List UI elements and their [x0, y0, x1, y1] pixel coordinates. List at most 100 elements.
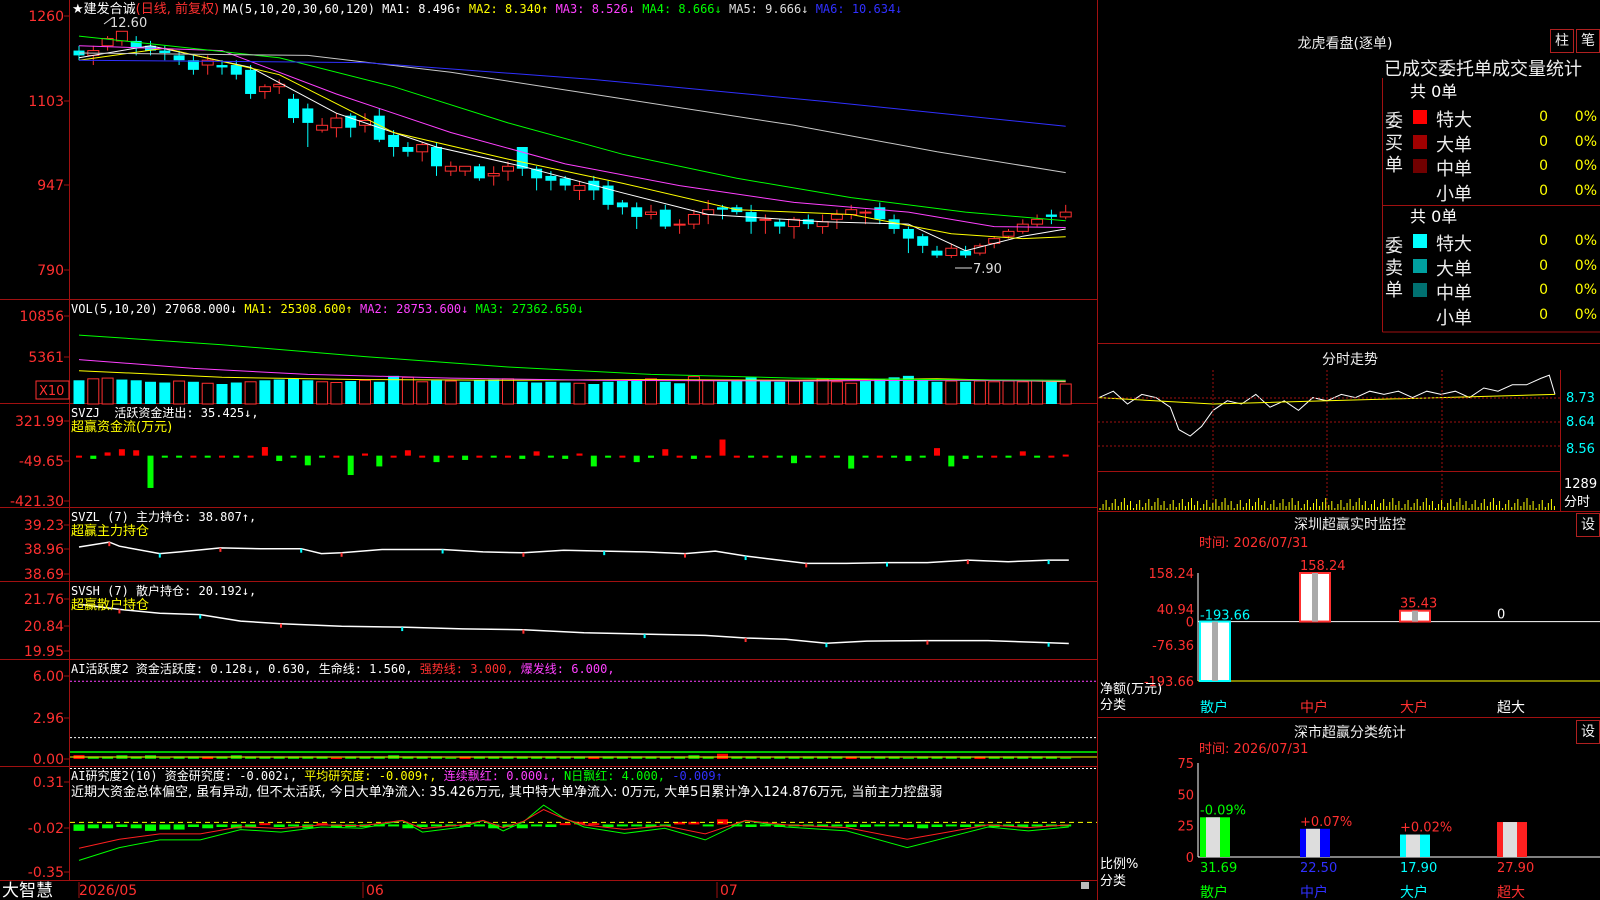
classify-settings-button[interactable]: 设: [1576, 720, 1600, 744]
order-size-label: 特大: [1436, 110, 1472, 131]
volume-bar-down: [259, 380, 271, 404]
line-marker: [401, 627, 404, 632]
column-mode-button[interactable]: 柱: [1550, 29, 1574, 53]
fund-flow-bar: [161, 455, 168, 458]
fund-flow-bar: [333, 455, 340, 458]
research-bar: [702, 824, 714, 827]
volume-bar-down: [473, 380, 485, 404]
y-tick-label: 0.00: [33, 752, 64, 768]
order-percent: 0%: [1574, 306, 1597, 323]
candle-down: [774, 221, 786, 227]
volume-bar-down: [860, 381, 871, 404]
classify-value-label: 22.50: [1300, 861, 1337, 876]
classify-bar-shade: [1503, 822, 1517, 857]
high-price-label: 12.60: [110, 16, 147, 31]
line-marker: [1047, 560, 1050, 565]
y-tick-label: 20.84: [24, 619, 64, 635]
monitor-value-label: 35.43: [1400, 597, 1437, 612]
ai1-header: AI活跃度2 资金活跃度: 0.128↓, 0.630, 生命线: 1.560,…: [71, 661, 615, 677]
candle-up: [687, 214, 700, 225]
line-marker: [108, 542, 111, 547]
dragon-title: 龙虎看盘(逐单): [1297, 36, 1393, 52]
candle-down: [545, 175, 557, 181]
candle-down: [616, 202, 628, 208]
chart-canvas[interactable]: 8.738.648.561289分时 158.2440.940-76.36-19…: [0, 0, 1600, 900]
volume-bar-up: [945, 380, 958, 405]
fund-flow-bar: [934, 448, 940, 456]
fund-flow-bar: [204, 455, 211, 458]
y-tick-label: 6.00: [33, 669, 64, 685]
fund-flow-bar: [247, 455, 254, 458]
volume-bar-up: [416, 381, 429, 405]
order-count: 0: [1539, 233, 1548, 249]
header-segment: N日飘红: 4.000,: [556, 769, 666, 783]
classify-ylabel: 比例%: [1100, 857, 1139, 872]
fund-flow-bar: [576, 453, 583, 456]
monitor-category: 超大: [1497, 700, 1525, 716]
volume-bar-down: [774, 381, 786, 404]
y-tick-label: 0.31: [33, 775, 64, 791]
intraday-tick: 8.64: [1566, 415, 1595, 430]
fund-flow-bar: [733, 455, 740, 458]
research-bar: [531, 824, 543, 827]
stock-mode: (日线, 前复权): [135, 2, 220, 17]
header-segment: 强势线: 3.000,: [412, 662, 514, 676]
volume-bar-up: [444, 380, 457, 405]
stock-name: 建发合诚: [83, 2, 136, 17]
candle-up: [444, 165, 457, 172]
line-marker: [643, 634, 646, 639]
line-marker: [199, 614, 202, 619]
research-bar: [902, 824, 914, 827]
volume-bar-up: [830, 381, 843, 405]
research-bar: [602, 824, 614, 827]
candle-down: [216, 65, 228, 68]
volume-bar-down: [130, 380, 142, 404]
x-label-jul: 07: [720, 883, 738, 899]
order-percent: 0%: [1574, 158, 1597, 174]
tick-mode-button[interactable]: 笔: [1576, 29, 1600, 53]
order-count: 0: [1539, 306, 1548, 323]
ma-line-ma3: [78, 45, 1066, 228]
line-marker: [441, 549, 444, 554]
fund-flow-bar: [547, 455, 554, 458]
volume-bar-up: [788, 380, 800, 405]
order-percent: 0%: [1574, 257, 1597, 274]
fund-flow-bar: [147, 455, 154, 488]
research-bar: [431, 824, 442, 827]
monitor-settings-button[interactable]: 设: [1576, 513, 1600, 537]
ai2-description: 近期大资金总体偏空, 虽有异动, 但不太活跃, 今日大单净流入: 35.426万…: [71, 785, 943, 800]
line-marker: [684, 553, 686, 558]
fund-flow-bar: [748, 455, 755, 458]
order-size-label: 小单: [1436, 183, 1472, 205]
classify-category: 超大: [1497, 885, 1525, 900]
line-marker: [219, 547, 222, 552]
volume-bar-down: [159, 382, 171, 404]
sell-total: 共 0单: [1410, 207, 1458, 226]
fund-flow-bar: [219, 455, 225, 458]
intraday-tick: 8.73: [1566, 391, 1595, 406]
classify-value-label: 27.90: [1497, 861, 1534, 876]
fund-flow-bar: [390, 455, 397, 458]
fund-flow-bar: [490, 455, 497, 458]
svsh-header: SVSH (7) 散户持仓: 20.192↓,: [71, 583, 256, 599]
y-tick-label: -0.35: [28, 865, 64, 881]
fund-flow-bar: [676, 455, 683, 458]
fund-flow-bar: [1019, 451, 1026, 456]
order-percent: 0%: [1574, 233, 1597, 249]
research-bar: [73, 824, 85, 831]
fund-flow-bar: [905, 455, 912, 462]
fund-flow-bar: [304, 455, 311, 466]
favorite-star-icon[interactable]: ★: [72, 2, 84, 17]
candle-up: [816, 221, 829, 228]
volume-bar-down: [216, 384, 228, 404]
svzl-panel: [78, 541, 1069, 568]
ma-line-ma4: [78, 35, 1066, 222]
y-tick-label: 5361: [28, 350, 64, 366]
lock-icon[interactable]: [1081, 882, 1089, 889]
candle-up: [487, 173, 500, 177]
header-segment: MA2: 8.340↑: [461, 2, 549, 16]
volume-bar-up: [816, 378, 829, 405]
y-tick-label: 21.76: [24, 592, 64, 608]
ma-line-ma6: [78, 59, 1066, 127]
volume-bar-down: [545, 381, 557, 404]
